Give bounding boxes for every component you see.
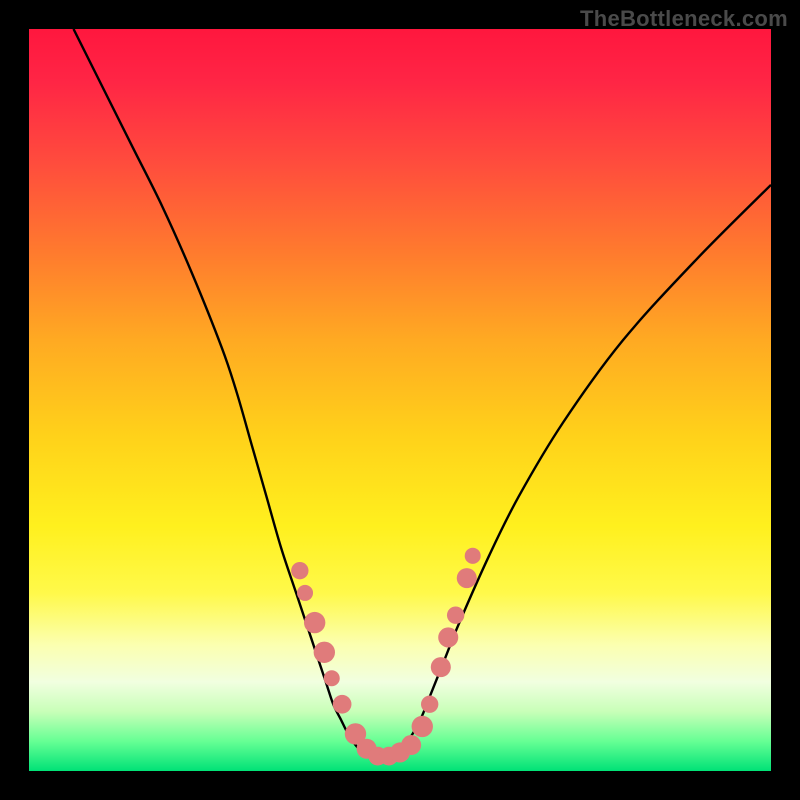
- highlight-marker: [333, 695, 352, 714]
- highlight-marker: [297, 585, 313, 601]
- highlight-marker: [438, 627, 458, 647]
- chart-stage: TheBottleneck.com: [0, 0, 800, 800]
- watermark-text: TheBottleneck.com: [580, 6, 788, 32]
- bottleneck-chart-svg: [29, 29, 771, 771]
- highlight-marker: [291, 562, 308, 579]
- highlight-marker: [447, 606, 464, 623]
- highlight-marker: [401, 735, 421, 755]
- highlight-marker: [421, 696, 438, 713]
- highlight-marker: [465, 548, 481, 564]
- highlight-marker: [412, 716, 433, 737]
- highlight-marker: [431, 657, 451, 677]
- plot-area: [29, 29, 771, 771]
- highlight-marker: [304, 612, 325, 633]
- highlight-marker: [324, 670, 340, 686]
- highlight-marker: [314, 642, 335, 663]
- gradient-background: [29, 29, 771, 771]
- highlight-marker: [457, 568, 477, 588]
